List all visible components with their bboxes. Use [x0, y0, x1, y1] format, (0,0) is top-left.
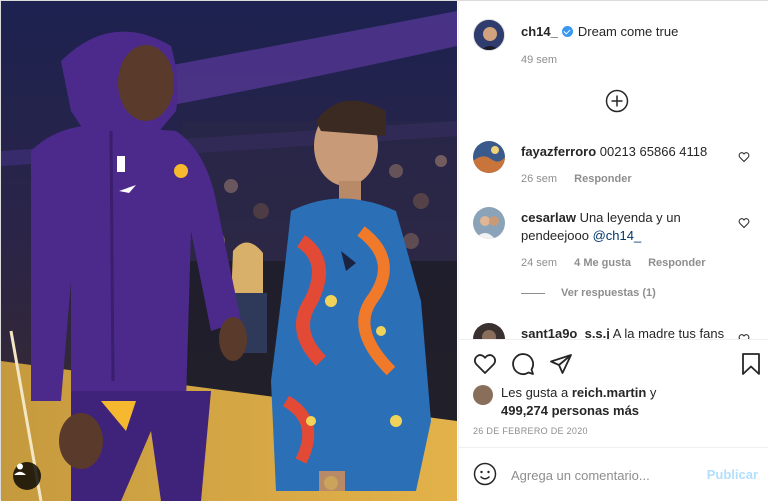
reply-button[interactable]: Responder	[574, 173, 631, 185]
comment-mention[interactable]: @ch14_	[593, 228, 642, 243]
comment-item: sant1a9o_s.s.j A la madre tus fans	[459, 323, 768, 339]
comment-icon[interactable]	[511, 352, 535, 376]
liker-username[interactable]: reich.martin	[572, 385, 646, 400]
tagged-users-button[interactable]	[13, 462, 41, 490]
likes-count[interactable]: 499,274 personas más	[501, 403, 639, 418]
likes-summary: Les gusta a reich.martin y 499,274 perso…	[473, 384, 656, 420]
comment-username[interactable]: fayazferroro	[521, 144, 596, 159]
likes-text: Les gusta a reich.martin y 499,274 perso…	[501, 384, 656, 420]
post-side-panel: ch14_ Dream come true 49 sem fayazferror…	[458, 1, 768, 501]
comment-body: fayazferroro 00213 65866 4118	[521, 143, 731, 161]
avatar-image	[474, 20, 504, 50]
comment-input[interactable]	[511, 465, 701, 485]
comment-username[interactable]: cesarlaw	[521, 210, 576, 225]
comment-text: A la madre tus fans	[612, 326, 725, 339]
owner-username[interactable]: ch14_	[521, 24, 558, 39]
comment-text: 00213 65866 4118	[599, 144, 708, 159]
verified-badge-icon	[561, 26, 573, 37]
comment-meta: 26 sem Responder	[521, 173, 646, 185]
action-bar	[459, 339, 768, 389]
comment-avatar[interactable]	[473, 323, 505, 339]
comment-likes[interactable]: 4 Me gusta	[574, 257, 631, 269]
post-dialog: ch14_ Dream come true 49 sem fayazferror…	[0, 0, 768, 501]
paper-plane-icon[interactable]	[549, 352, 573, 376]
comment-time[interactable]: 26 sem	[521, 173, 557, 185]
comment-meta: 24 sem 4 Me gusta Responder	[521, 257, 720, 269]
post-caption: ch14_ Dream come true 49 sem	[459, 1, 768, 81]
comment-body: cesarlaw Una leyenda y un pendeejooo @ch…	[521, 209, 731, 245]
photo-illustration	[1, 1, 457, 501]
bookmark-icon[interactable]	[740, 352, 762, 376]
avatar-image	[473, 323, 505, 339]
publish-button[interactable]: Publicar	[707, 467, 758, 482]
comment-username[interactable]: sant1a9o_s.s.j	[521, 326, 610, 339]
replies-divider	[521, 292, 545, 294]
likes-prefix: Les gusta a	[501, 385, 569, 400]
add-comment-bar: Publicar	[459, 447, 768, 501]
likes-connector: y	[649, 385, 657, 400]
smiley-icon[interactable]	[473, 462, 497, 486]
view-replies-button[interactable]: Ver respuestas (1)	[521, 287, 656, 299]
plus-circle-icon	[605, 89, 629, 113]
comment-avatar[interactable]	[473, 141, 505, 173]
reply-button[interactable]: Responder	[648, 257, 705, 269]
view-replies-label: Ver respuestas (1)	[561, 287, 656, 299]
load-more-comments-button[interactable]	[605, 89, 629, 113]
post-photo[interactable]	[1, 1, 457, 501]
heart-icon[interactable]	[473, 352, 497, 376]
avatar-image	[473, 141, 505, 173]
heart-icon[interactable]	[738, 217, 750, 229]
comment-body: sant1a9o_s.s.j A la madre tus fans	[521, 325, 731, 339]
comment-avatar[interactable]	[473, 207, 505, 239]
caption-timestamp[interactable]: 49 sem	[521, 54, 557, 66]
comment-time[interactable]: 24 sem	[521, 257, 557, 269]
owner-avatar[interactable]	[473, 19, 505, 51]
user-tag-icon	[14, 463, 26, 475]
heart-icon[interactable]	[738, 151, 750, 163]
caption-line: ch14_ Dream come true	[521, 24, 678, 39]
liker-avatar[interactable]	[473, 385, 493, 405]
post-date[interactable]: 26 DE FEBRERO DE 2020	[473, 426, 588, 436]
avatar-image	[473, 207, 505, 239]
caption-text: Dream come true	[577, 24, 679, 39]
